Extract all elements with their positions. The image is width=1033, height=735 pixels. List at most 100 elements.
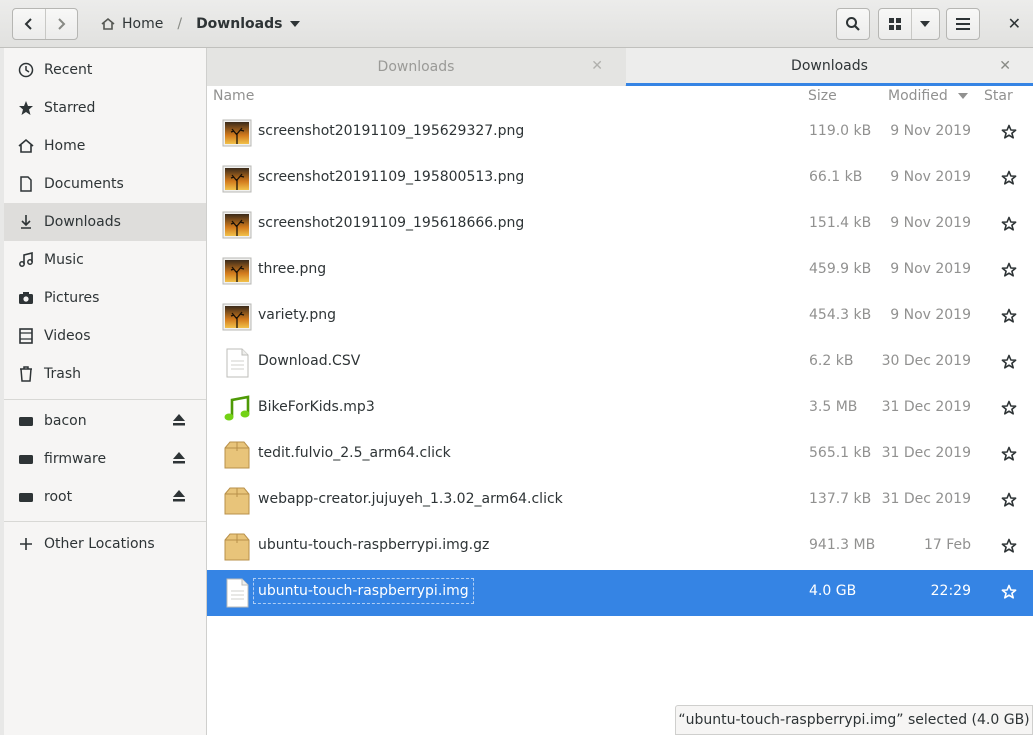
grid-icon (888, 18, 901, 30)
file-size: 3.5 MB (809, 399, 858, 415)
sidebar-item-label: root (44, 489, 73, 505)
music-icon (18, 252, 34, 268)
file-modified: 17 Feb (923, 537, 971, 553)
file-size: 454.3 kB (809, 307, 872, 323)
sidebar-separator (4, 521, 206, 522)
tab-label: Downloads (791, 57, 868, 74)
forward-button[interactable] (44, 9, 77, 39)
sidebar-item-label: firmware (44, 451, 107, 467)
star-icon[interactable] (1001, 492, 1017, 512)
sidebar-item-label: Pictures (44, 290, 100, 306)
tab-bar: Downloads ✕ Downloads ✕ (207, 48, 1033, 86)
chevron-right-icon (58, 18, 66, 30)
star-icon[interactable] (1001, 400, 1017, 420)
package-file-icon (221, 531, 253, 563)
star-icon[interactable] (1001, 170, 1017, 190)
tab-downloads-1[interactable]: Downloads ✕ (207, 48, 625, 86)
eject-icon[interactable] (172, 452, 186, 468)
window-close-button[interactable]: ✕ (1008, 14, 1021, 33)
document-icon (18, 176, 34, 192)
file-row[interactable]: screenshot20191109_195629327.png 119.0 kB… (207, 110, 1033, 156)
file-size: 151.4 kB (809, 215, 872, 231)
star-icon[interactable] (1001, 354, 1017, 374)
file-row[interactable]: ubuntu-touch-raspberrypi.img 4.0 GB 22:29 (207, 570, 1033, 616)
view-options-button[interactable] (912, 9, 939, 39)
file-name: three.png (258, 261, 327, 277)
image-file-icon (221, 117, 253, 149)
sidebar-item-root[interactable]: root (4, 478, 206, 516)
star-icon[interactable] (1001, 308, 1017, 328)
search-button[interactable] (836, 8, 870, 40)
tab-downloads-2[interactable]: Downloads ✕ (626, 48, 1033, 86)
sidebar-item-videos[interactable]: Videos (4, 317, 206, 355)
sidebar-item-bacon[interactable]: bacon (4, 402, 206, 440)
sidebar-item-downloads[interactable]: Downloads (4, 203, 206, 241)
chevron-down-icon (290, 21, 301, 27)
star-icon[interactable] (1001, 124, 1017, 144)
back-button[interactable] (13, 9, 45, 39)
file-modified: 31 Dec 2019 (881, 399, 971, 415)
file-modified: 9 Nov 2019 (890, 169, 971, 185)
eject-icon[interactable] (172, 414, 186, 430)
sidebar-item-label: Documents (44, 176, 124, 192)
film-icon (18, 328, 34, 344)
home-icon (18, 138, 34, 154)
file-row[interactable]: webapp-creator.jujuyeh_1.3.02_arm64.clic… (207, 478, 1033, 524)
sidebar-item-firmware[interactable]: firmware (4, 440, 206, 478)
star-icon[interactable] (1001, 446, 1017, 466)
file-name: tedit.fulvio_2.5_arm64.click (258, 445, 451, 461)
view-mode-group (878, 8, 940, 40)
file-row[interactable]: screenshot20191109_195800513.png 66.1 kB 9… (207, 156, 1033, 202)
file-row[interactable]: BikeForKids.mp3 3.5 MB 31 Dec 2019 (207, 386, 1033, 432)
sidebar-item-label: Other Locations (44, 536, 155, 552)
grid-view-button[interactable] (879, 9, 912, 39)
sidebar-item-home[interactable]: Home (4, 127, 206, 165)
column-header: Name Size Modified Star (207, 86, 1033, 108)
camera-icon (18, 290, 34, 306)
sidebar-item-recent[interactable]: Recent (4, 51, 206, 89)
file-size: 119.0 kB (809, 123, 872, 139)
drive-icon (18, 489, 34, 505)
home-icon (101, 17, 115, 30)
breadcrumb-home[interactable]: Home (100, 16, 163, 32)
sidebar-item-trash[interactable]: Trash (4, 355, 206, 393)
sidebar-item-pictures[interactable]: Pictures (4, 279, 206, 317)
column-modified[interactable]: Modified (888, 88, 948, 104)
image-file-icon (221, 209, 253, 241)
menu-button[interactable] (946, 8, 980, 40)
sidebar-item-other-locations[interactable]: Other Locations (4, 525, 206, 563)
breadcrumb-downloads-label: Downloads (196, 16, 283, 32)
file-row[interactable]: variety.png 454.3 kB 9 Nov 2019 (207, 294, 1033, 340)
file-row[interactable]: tedit.fulvio_2.5_arm64.click 565.1 kB 31 D… (207, 432, 1033, 478)
file-size: 6.2 kB (809, 353, 854, 369)
file-row[interactable]: Download.CSV 6.2 kB 30 Dec 2019 (207, 340, 1033, 386)
close-icon[interactable]: ✕ (999, 58, 1011, 74)
eject-icon[interactable] (172, 490, 186, 506)
file-modified: 22:29 (930, 583, 971, 599)
file-modified: 9 Nov 2019 (890, 123, 971, 139)
package-file-icon (221, 485, 253, 517)
star-icon[interactable] (1001, 262, 1017, 282)
sidebar-item-documents[interactable]: Documents (4, 165, 206, 203)
sidebar-item-label: Downloads (44, 214, 121, 230)
sidebar-item-starred[interactable]: Starred (4, 89, 206, 127)
column-size[interactable]: Size (808, 88, 837, 104)
sidebar-item-music[interactable]: Music (4, 241, 206, 279)
file-name: ubuntu-touch-raspberrypi.img.gz (258, 537, 490, 553)
star-icon[interactable] (1001, 538, 1017, 558)
file-list: Name Size Modified Star screenshot201911… (207, 86, 1033, 735)
file-row[interactable]: ubuntu-touch-raspberrypi.img.gz 941.3 MB 1… (207, 524, 1033, 570)
column-star[interactable]: Star (984, 88, 1013, 104)
file-row[interactable]: three.png 459.9 kB 9 Nov 2019 (207, 248, 1033, 294)
file-name: webapp-creator.jujuyeh_1.3.02_arm64.clic… (258, 491, 563, 507)
file-name: screenshot20191109_195629327.png (258, 123, 525, 139)
close-icon[interactable]: ✕ (591, 58, 603, 74)
file-modified: 30 Dec 2019 (881, 353, 971, 369)
file-row[interactable]: screenshot20191109_195618666.png 151.4 kB… (207, 202, 1033, 248)
star-icon[interactable] (1001, 216, 1017, 236)
header-bar: Home / Downloads ✕ (0, 0, 1033, 48)
file-name: Download.CSV (258, 353, 361, 369)
star-icon[interactable] (1001, 584, 1017, 604)
breadcrumb-downloads[interactable]: Downloads (196, 16, 302, 32)
column-name[interactable]: Name (213, 88, 254, 104)
